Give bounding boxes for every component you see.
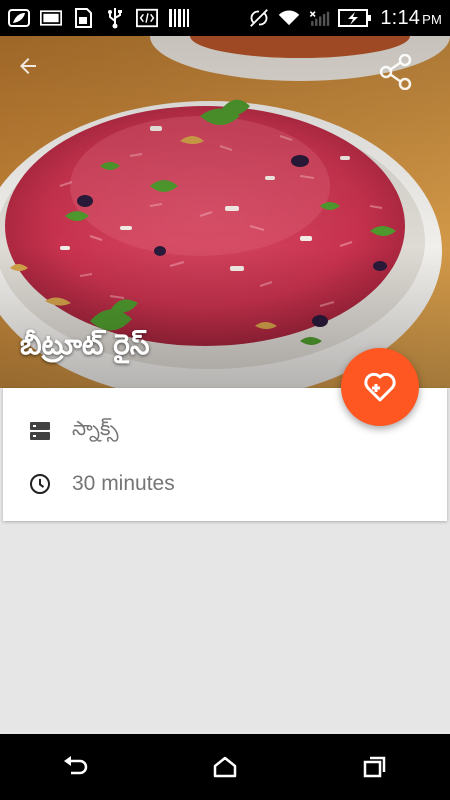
recents-icon [363, 756, 386, 778]
battery-charging-icon [338, 7, 372, 29]
system-nav-bar [0, 734, 450, 800]
heart-plus-icon [364, 372, 396, 402]
recipe-title: బీట్రూట్ రైస్ [20, 328, 150, 361]
status-bar: 1:14 PM [0, 0, 450, 36]
category-row: స్నాక్స్ [3, 416, 119, 445]
back-button[interactable] [16, 54, 60, 98]
home-icon [213, 756, 237, 778]
clock: 1:14 PM [380, 7, 442, 30]
category-icon [28, 419, 52, 443]
clock-ampm: PM [422, 11, 442, 27]
clock-icon [28, 472, 52, 496]
wifi-icon [278, 7, 300, 29]
recipe-hero-image: బీట్రూట్ రైస్ [0, 36, 450, 388]
recipe-category: స్నాక్స్ [72, 416, 119, 440]
sd-card-icon [72, 7, 94, 29]
nav-home-button[interactable] [195, 737, 255, 797]
add-favorite-button[interactable] [341, 348, 419, 426]
clock-time: 1:14 [380, 6, 421, 29]
time-row: 30 minutes [3, 472, 175, 496]
signal-icon [308, 7, 330, 29]
code-icon [136, 7, 158, 29]
recipe-time: 30 minutes [72, 472, 175, 495]
share-icon [380, 54, 412, 90]
leaf-icon [8, 7, 30, 29]
usb-icon [104, 7, 126, 29]
nav-recents-button[interactable] [345, 737, 405, 797]
arrow-back-icon [20, 58, 36, 74]
back-icon [64, 756, 88, 775]
image-icon [40, 7, 62, 29]
no-sync-icon [248, 7, 270, 29]
share-button[interactable] [380, 54, 424, 98]
barcode-icon [168, 7, 190, 29]
nav-back-button[interactable] [45, 737, 105, 797]
